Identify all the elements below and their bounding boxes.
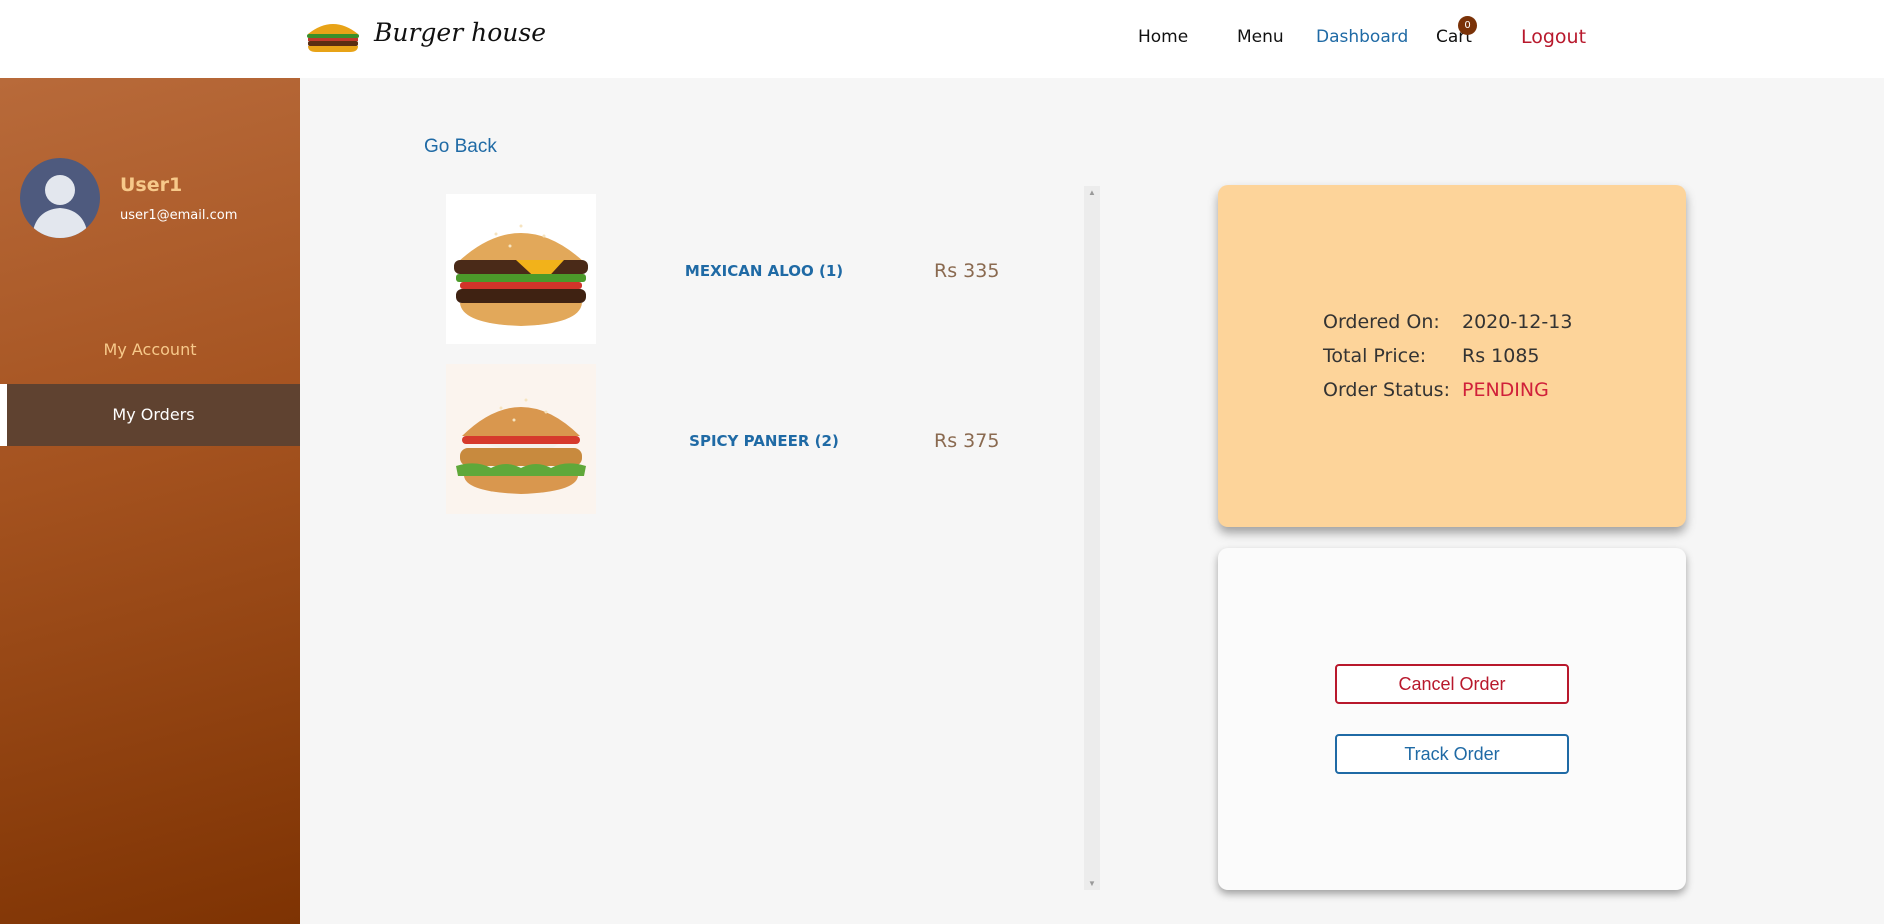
order-items-list: MEXICAN ALOO (1) Rs 335 SPICY PANEER (2)… [424,186,1084,890]
list-item: SPICY PANEER (2) Rs 375 [424,356,1084,514]
track-order-button[interactable]: Track Order [1335,734,1569,774]
nav-dashboard[interactable]: Dashboard [1316,27,1408,47]
go-back-link[interactable]: Go Back [424,136,497,158]
ordered-on-label: Ordered On: [1323,311,1440,333]
chicken-burger-image [446,364,596,514]
order-actions-card: Cancel Order Track Order [1218,548,1686,890]
item-price: Rs 375 [934,430,1000,452]
list-item: MEXICAN ALOO (1) Rs 335 [424,186,1084,344]
cancel-order-button[interactable]: Cancel Order [1335,664,1569,704]
burger-icon[interactable] [304,20,362,54]
total-price-value: Rs 1085 [1462,345,1540,367]
items-scrollbar[interactable]: ▲ ▼ [1084,186,1100,890]
user-silhouette-icon [32,175,88,238]
cheeseburger-image [446,194,596,344]
brand-name[interactable]: Burger house [374,18,546,47]
order-status-label: Order Status: [1323,379,1450,401]
ordered-on-value: 2020-12-13 [1462,311,1573,333]
nav-logout[interactable]: Logout [1521,26,1586,48]
nav-menu[interactable]: Menu [1237,27,1284,47]
avatar [20,158,100,238]
order-status-value: PENDING [1462,379,1549,401]
sidebar: User1 user1@email.com My Account My Orde… [0,78,300,924]
scroll-up-icon[interactable]: ▲ [1088,188,1096,197]
sidebar-item-my-account[interactable]: My Account [0,319,300,381]
item-price: Rs 335 [934,260,1000,282]
nav-home[interactable]: Home [1138,27,1188,47]
item-name[interactable]: SPICY PANEER (2) [654,432,874,450]
top-navbar: Burger house Home Menu Dashboard Cart 0 … [0,0,1884,78]
item-name[interactable]: MEXICAN ALOO (1) [654,262,874,280]
total-price-label: Total Price: [1323,345,1427,367]
user-name: User1 [120,174,183,196]
sidebar-item-my-orders[interactable]: My Orders [0,384,300,446]
order-summary-card: Ordered On: 2020-12-13 Total Price: Rs 1… [1218,185,1686,527]
user-email: user1@email.com [120,208,238,223]
cart-count-badge: 0 [1458,16,1477,35]
scroll-down-icon[interactable]: ▼ [1088,879,1096,888]
